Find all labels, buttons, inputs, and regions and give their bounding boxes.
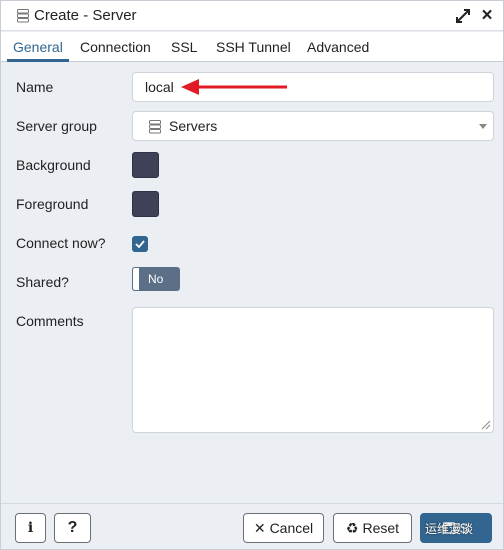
chevron-down-icon[interactable] [479, 124, 487, 129]
server-group-label: Server group [16, 118, 97, 134]
expand-icon [456, 9, 470, 23]
connect-now-checkbox[interactable] [132, 236, 148, 252]
shared-toggle-state: No [148, 272, 164, 286]
server-group-value: Servers [169, 118, 218, 134]
tab-bar: General Connection SSL SSH Tunnel Advanc… [1, 32, 503, 62]
background-color-picker[interactable] [132, 152, 159, 178]
close-icon: × [481, 5, 493, 26]
name-input-value: local [145, 79, 174, 95]
close-icon: ✕ [253, 519, 266, 536]
foreground-color-picker[interactable] [132, 191, 159, 217]
tab-advanced[interactable]: Advanced [307, 32, 369, 62]
info-button[interactable]: i [15, 513, 46, 543]
reset-button-label: Reset [362, 520, 400, 536]
tab-ssh-tunnel[interactable]: SSH Tunnel [216, 32, 291, 62]
toggle-knob [132, 267, 140, 291]
resize-handle-icon[interactable] [481, 420, 491, 430]
comments-textarea[interactable] [132, 307, 494, 433]
checkmark-icon [135, 240, 145, 248]
reset-button[interactable]: ♻ Reset [333, 513, 412, 543]
tab-ssl[interactable]: SSL [171, 32, 197, 62]
maximize-button[interactable] [454, 7, 472, 25]
shared-label: Shared? [16, 274, 69, 290]
help-icon: ? [67, 519, 78, 536]
foreground-label: Foreground [16, 196, 89, 212]
title-bar[interactable]: Create - Server × [1, 1, 503, 31]
comments-label: Comments [16, 313, 84, 329]
shared-toggle[interactable]: No [132, 267, 180, 291]
watermark-text: 运维漫谈 [425, 522, 474, 536]
dialog-title: Create - Server [34, 7, 137, 24]
server-icon [17, 9, 29, 23]
cancel-button-label: Cancel [269, 520, 314, 536]
active-tab-indicator [7, 59, 69, 62]
tab-general[interactable]: General [13, 32, 63, 62]
connect-now-label: Connect now? [16, 235, 106, 251]
server-group-icon [149, 120, 161, 134]
close-button[interactable]: × [478, 5, 496, 26]
tab-connection[interactable]: Connection [80, 32, 151, 62]
name-label: Name [16, 79, 54, 95]
annotation-arrow [181, 79, 287, 95]
recycle-icon: ♻ [345, 519, 359, 536]
create-server-dialog: Create - Server × General Connection SSL… [0, 0, 504, 550]
info-icon: i [27, 520, 34, 536]
cancel-button[interactable]: ✕ Cancel [243, 513, 324, 543]
background-label: Background [16, 157, 91, 173]
help-button[interactable]: ? [54, 513, 91, 543]
server-group-select[interactable]: Servers [132, 111, 494, 141]
